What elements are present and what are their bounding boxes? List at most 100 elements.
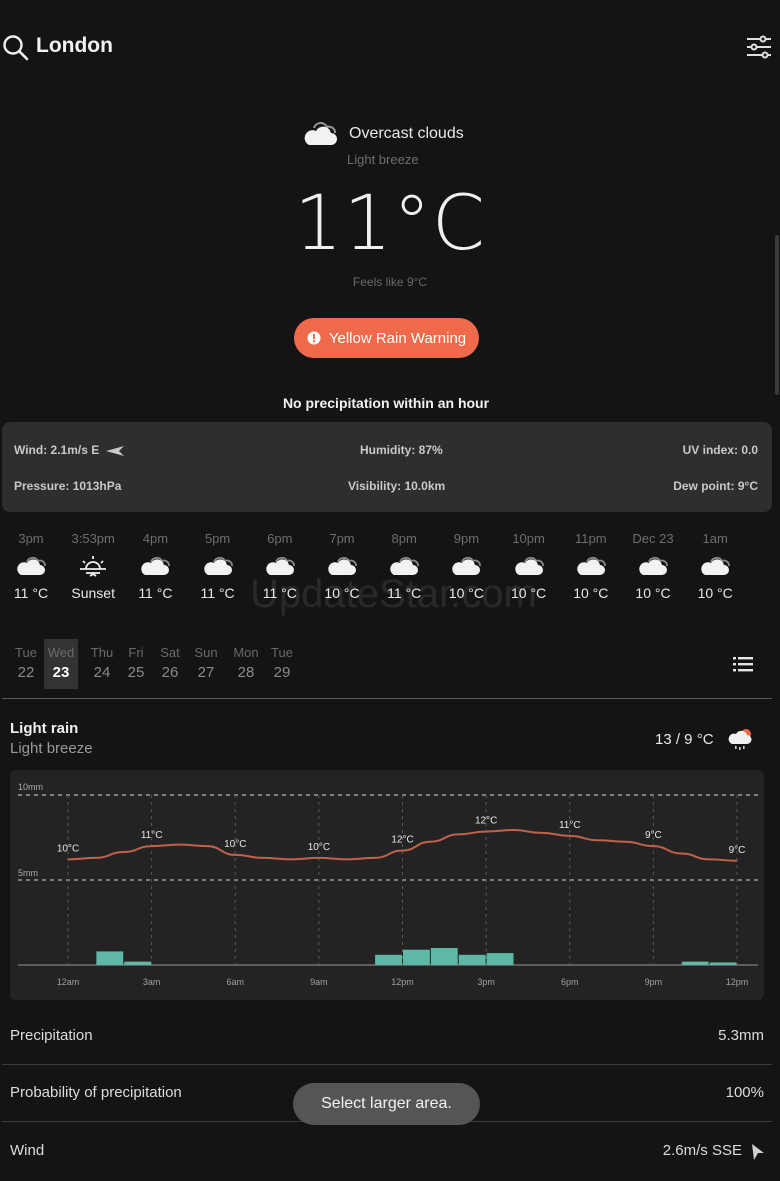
day-date: 22 xyxy=(17,664,35,681)
hourly-value: Sunset xyxy=(71,585,115,601)
list-view-icon[interactable] xyxy=(733,655,753,673)
temperature-label: 10°C xyxy=(57,843,79,854)
overcast-cloud-icon xyxy=(304,122,337,145)
cloud-icon xyxy=(622,549,684,583)
day-tab[interactable]: Fri 25 xyxy=(119,639,153,689)
hourly-time: 1am xyxy=(702,531,728,546)
precipitation-bar xyxy=(403,949,430,965)
current-condition: Overcast clouds xyxy=(349,125,464,142)
hourly-value: 10 °C xyxy=(635,585,671,601)
precipitation-bar xyxy=(681,961,709,965)
x-tick-label: 12pm xyxy=(726,977,749,987)
y-label: 5mm xyxy=(18,868,38,878)
precipitation-bar xyxy=(430,948,458,965)
stat-label: Wind xyxy=(10,1142,45,1159)
day-date: 26 xyxy=(161,664,179,681)
precipitation-bar xyxy=(375,954,402,965)
x-tick-label: 3pm xyxy=(477,977,495,987)
day-tab[interactable]: Tue 22 xyxy=(9,639,43,689)
day-tab[interactable]: Sun 27 xyxy=(189,639,223,689)
day-date: 25 xyxy=(127,664,145,681)
temperature-label: 9°C xyxy=(729,845,746,856)
hourly-value: 11 °C xyxy=(200,585,235,601)
settings-sliders-icon[interactable] xyxy=(744,32,774,62)
hourly-time: 7pm xyxy=(329,531,355,546)
current-temperature: 11°C xyxy=(294,178,486,267)
y-label: 10mm xyxy=(18,782,43,792)
temperature-label: 11°C xyxy=(559,820,581,831)
temperature-label: 9°C xyxy=(645,830,662,841)
day-name: Sun xyxy=(194,645,218,660)
details-panel: Wind: 2.1m/s E Humidity: 87% UV index: 0… xyxy=(2,422,772,512)
hourly-item: 3pm 11 °C xyxy=(0,531,62,601)
sunset-icon xyxy=(62,549,124,583)
stat-value: 2.6m/s SSE xyxy=(662,1142,742,1159)
day-name: Wed xyxy=(47,645,75,660)
x-tick-label: 12pm xyxy=(391,977,414,987)
hourly-time: 3pm xyxy=(18,531,44,546)
hourly-time: 3:53pm xyxy=(71,531,115,546)
hourly-item: 3:53pm Sunset xyxy=(62,531,124,601)
hourly-time: Dec 23 xyxy=(632,531,674,546)
hourly-item: 5pm 11 °C xyxy=(187,531,249,601)
cloud-icon xyxy=(0,549,62,583)
hourly-value: 10 °C xyxy=(697,585,733,601)
visibility-detail: Visibility: 10.0km xyxy=(348,479,446,493)
hourly-time: 6pm xyxy=(267,531,293,546)
day-tab[interactable]: Mon 28 xyxy=(229,639,263,689)
precipitation-bar xyxy=(96,951,124,965)
light-rain-icon xyxy=(728,729,752,750)
alert-icon xyxy=(307,331,321,345)
day-condition: Light rain xyxy=(10,720,79,737)
day-name: Tue xyxy=(271,645,293,660)
day-tab[interactable]: Sat 26 xyxy=(153,639,187,689)
warning-label: Yellow Rain Warning xyxy=(328,329,467,347)
hourly-item: 11pm 10 °C xyxy=(560,531,622,601)
day-tab[interactable]: Wed 23 xyxy=(44,639,78,689)
cloud-icon xyxy=(124,549,186,583)
day-name: Fri xyxy=(128,645,144,660)
cloud-icon xyxy=(684,549,746,583)
uv-detail: UV index: 0.0 xyxy=(682,443,758,457)
toast-message: Select larger area. xyxy=(293,1083,480,1125)
x-tick-label: 12am xyxy=(57,977,80,987)
divider xyxy=(2,1064,772,1065)
temperature-label: 10°C xyxy=(308,842,330,853)
hourly-time: 9pm xyxy=(453,531,480,546)
current-wind-description: Light breeze xyxy=(347,152,419,167)
day-selector: Tue 22 Wed 23 Thu 24 Fri 25 Sat 26 Sun 27 Mon 28 Tue 29 xyxy=(9,639,309,689)
hourly-value: 11 °C xyxy=(138,585,173,601)
temperature-precipitation-chart: 10mm 5mm 12am 3am 6am 9am 12pm 3pm 6pm 9pm 12pm 10°… xyxy=(18,782,758,987)
search-icon[interactable] xyxy=(2,34,30,62)
day-name: Mon xyxy=(233,645,259,660)
x-tick-label: 3am xyxy=(143,977,161,987)
day-name: Tue xyxy=(15,645,37,660)
day-date: 29 xyxy=(273,664,291,681)
weather-warning-button[interactable]: Yellow Rain Warning xyxy=(294,318,479,358)
day-date: 28 xyxy=(237,664,255,681)
hourly-item: 1am 10 °C xyxy=(684,531,746,601)
city-name[interactable]: London xyxy=(36,34,113,58)
day-temperature-range: 13 / 9 °C xyxy=(655,731,714,748)
precipitation-bar xyxy=(124,961,152,965)
wind-direction-icon xyxy=(752,1144,764,1160)
temperature-label: 11°C xyxy=(141,830,163,841)
hourly-time: 10pm xyxy=(512,531,545,546)
divider xyxy=(2,698,772,699)
day-name: Sat xyxy=(160,645,180,660)
stat-value: 5.3mm xyxy=(718,1027,764,1044)
feels-like: Feels like 9°C xyxy=(352,275,428,289)
temperature-label: 10°C xyxy=(224,839,246,850)
day-date: 24 xyxy=(93,664,111,681)
wind-direction-icon xyxy=(105,445,124,456)
day-tab[interactable]: Tue 29 xyxy=(265,639,299,689)
precipitation-message: No precipitation within an hour xyxy=(282,395,490,411)
wind-detail: Wind: 2.1m/s E xyxy=(14,443,125,457)
day-tab[interactable]: Thu 24 xyxy=(85,639,119,689)
cloud-icon xyxy=(560,549,622,583)
cloud-icon xyxy=(187,549,249,583)
day-date: 27 xyxy=(197,664,215,681)
precipitation-bar xyxy=(709,962,737,965)
temperature-label: 12°C xyxy=(391,835,413,846)
daily-chart: 10mm 5mm 12am 3am 6am 9am 12pm 3pm 6pm 9pm 12pm 10°… xyxy=(10,770,764,1000)
